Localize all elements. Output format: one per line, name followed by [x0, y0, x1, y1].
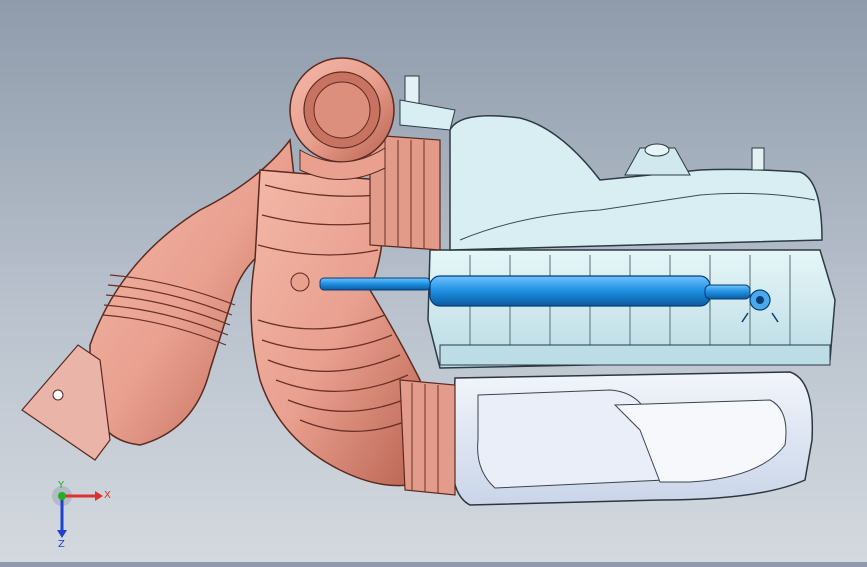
model-render[interactable]: [0, 0, 867, 562]
axis-triad-icon: X Y Z: [52, 480, 111, 550]
inlet-ring[interactable]: [289, 57, 395, 180]
lower-tray[interactable]: [451, 371, 814, 506]
cad-viewport[interactable]: X Y Z: [0, 0, 867, 562]
triad-x-label: X: [104, 490, 111, 501]
triad-y-label: Y: [57, 480, 65, 491]
airbox-housing[interactable]: [399, 75, 836, 369]
orientation-triad[interactable]: X Y Z: [40, 478, 120, 550]
corrugated-duct[interactable]: [250, 134, 456, 496]
triad-z-label: Z: [58, 539, 65, 548]
